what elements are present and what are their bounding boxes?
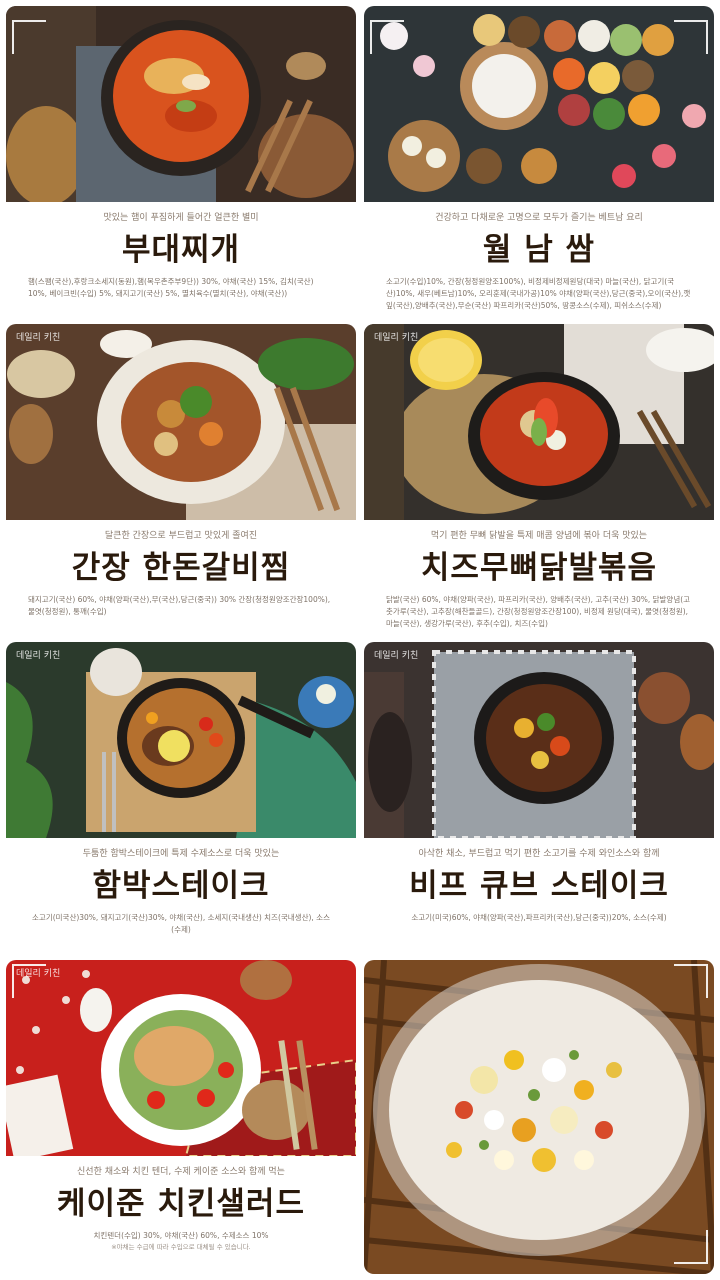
card-title: 함박스테이크 <box>92 868 270 904</box>
card-ingredients: 소고기(미국)60%, 야채(양파(국산),파프리카(국산),당근(중국))20… <box>411 913 667 922</box>
brand-label: 데일리 키친 <box>16 651 61 661</box>
card-title: 비프 큐브 스테이크 <box>409 868 669 904</box>
menu-card-cajun-salad[interactable]: 데일리 키친 신선한 채소와 치킨 텐더, 수제 케이준 소스와 함께 먹는 케… <box>6 960 356 1274</box>
frame-corner <box>12 964 46 998</box>
frame-corner <box>674 20 708 54</box>
cube-steak-photo: 데일리 키친 <box>364 642 714 838</box>
card-tagline: 건강하고 다채로운 고명으로 모두가 즐기는 베트남 요리 <box>435 213 643 223</box>
card-title: 부대찌개 <box>121 232 241 268</box>
salad-bowl-closeup-photo <box>364 960 714 1274</box>
menu-card-galbi-jjim[interactable]: 데일리 키친 달큰한 간장으로 부드럽고 맛있게 졸여진 간장 한돈갈비찜 돼지… <box>6 324 356 634</box>
card-ingredients: 닭발(국산) 60%, 야채(양파(국산), 파프리카(국산), 양배추(국산)… <box>386 595 691 628</box>
galbi-jjim-photo: 데일리 키친 <box>6 324 356 520</box>
card-ingredients: 햄(스팸(국산),후랑크소세지(동원),햄(목우촌주부9단)) 30%, 야채(… <box>28 277 314 298</box>
card-tagline: 달큰한 간장으로 부드럽고 맛있게 졸여진 <box>104 531 258 541</box>
card-ingredients: 치킨텐더(수입) 30%, 야채(국산) 60%, 수제소스 10% <box>93 1231 269 1240</box>
budae-jjigae-photo <box>6 6 356 202</box>
menu-card-salad-bowl[interactable] <box>364 960 714 1274</box>
dakbal-photo: 데일리 키친 <box>364 324 714 520</box>
card-tagline: 먹기 편한 무뼈 닭발을 특제 매콤 양념에 볶아 더욱 맛있는 <box>430 531 648 541</box>
card-title: 치즈무뼈닭발볶음 <box>420 550 658 586</box>
card-title: 케이준 치킨샐러드 <box>57 1186 305 1222</box>
card-note: ※야채는 수급에 따라 수입으로 대체될 수 있습니다. <box>111 1243 251 1251</box>
card-tagline: 두툼한 함박스테이크에 특제 수제소스로 더욱 맛있는 <box>82 849 280 859</box>
card-title: 간장 한돈갈비찜 <box>71 550 291 586</box>
card-tagline: 아삭한 채소, 부드럽고 먹기 편한 소고기를 수제 와인소스와 함께 <box>418 849 660 859</box>
menu-card-cube-steak[interactable]: 데일리 키친 아삭한 채소, 부드럽고 먹기 편한 소고기를 수제 와인소스와 … <box>364 642 714 952</box>
brand-label: 데일리 키친 <box>374 333 419 343</box>
card-title: 월 남 쌈 <box>482 232 596 268</box>
card-tagline: 맛있는 햄이 푸짐하게 들어간 얼큰한 별미 <box>103 213 259 223</box>
frame-corner <box>674 1230 708 1264</box>
frame-corner <box>12 20 46 54</box>
menu-card-hamburg-steak[interactable]: 데일리 키친 두툼한 함박스테이크에 특제 수제소스로 더욱 맛있는 함박스테이… <box>6 642 356 952</box>
frame-corner <box>370 20 404 54</box>
menu-card-budae-jjigae[interactable]: 맛있는 햄이 푸짐하게 들어간 얼큰한 별미 부대찌개 햄(스팸(국산),후랑크… <box>6 6 356 316</box>
brand-label: 데일리 키친 <box>16 333 61 343</box>
card-ingredients: 돼지고기(국산) 60%, 야채(양파(국산),무(국산),당근(중국)) 30… <box>28 595 331 616</box>
card-ingredients: 소고기(미국산)30%, 돼지고기(국산)30%, 야채(국산), 소세지(국내… <box>32 913 330 934</box>
card-tagline: 신선한 채소와 치킨 텐더, 수제 케이준 소스와 함께 먹는 <box>77 1167 285 1177</box>
menu-card-wolnam-ssam[interactable]: 건강하고 다채로운 고명으로 모두가 즐기는 베트남 요리 월 남 쌈 소고기(… <box>364 6 714 316</box>
cajun-salad-photo: 데일리 키친 <box>6 960 356 1156</box>
hamburg-steak-photo: 데일리 키친 <box>6 642 356 838</box>
wolnam-ssam-photo <box>364 6 714 202</box>
frame-corner <box>674 964 708 998</box>
menu-card-dakbal[interactable]: 데일리 키친 먹기 편한 무뼈 닭발을 특제 매콤 양념에 볶아 더욱 맛있는 … <box>364 324 714 634</box>
brand-label: 데일리 키친 <box>374 651 419 661</box>
card-ingredients: 소고기(수입)10%, 간장(청정원양조100%), 비정제비정제원당(대국) … <box>386 277 691 310</box>
